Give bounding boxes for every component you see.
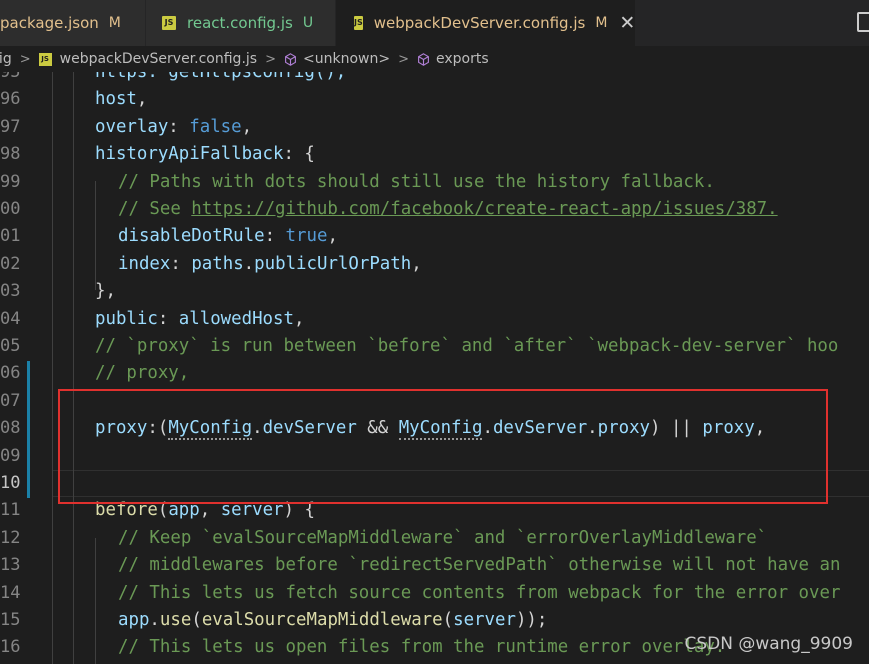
- code-line: https: getHttpsConfig(),: [95, 72, 347, 82]
- js-file-icon: JS: [162, 16, 176, 30]
- line-number: 15: [0, 610, 21, 630]
- run-icon[interactable]: [857, 12, 869, 32]
- code-comment: // proxy,: [95, 363, 190, 384]
- tab-react-config[interactable]: JS react.config.js U: [146, 0, 336, 46]
- code-line: host,: [95, 89, 148, 110]
- watermark: CSDN @wang_9909: [684, 634, 853, 654]
- tab-label: react.config.js: [187, 14, 293, 32]
- breadcrumb-symbol-exports[interactable]: exports: [417, 51, 489, 67]
- code-line: overlay: false,: [95, 116, 253, 137]
- indent-guide: [73, 72, 74, 664]
- code-comment: // Paths with dots should still use the …: [118, 171, 715, 192]
- code-editor[interactable]: 95 96 97 98 99 00 01 02 03 04 05 06 07 0…: [0, 72, 869, 664]
- cube-icon: [285, 52, 296, 66]
- line-number: 98: [0, 144, 21, 165]
- indent-guide: [52, 72, 53, 664]
- indent-guide: [95, 181, 96, 290]
- line-number: 00: [0, 199, 21, 219]
- line-number: 95: [0, 72, 21, 82]
- code-line: public: allowedHost,: [95, 308, 305, 329]
- line-number: 16: [0, 637, 21, 658]
- tab-status-modified: M: [595, 15, 608, 31]
- indent-guide: [95, 538, 96, 664]
- breadcrumb-symbol-label: exports: [435, 51, 489, 67]
- js-file-icon: JS: [38, 52, 52, 66]
- line-number: 13: [0, 555, 21, 576]
- code-comment: // Keep `evalSourceMapMiddleware` and `e…: [118, 527, 768, 548]
- breadcrumb-symbol-label: <unknown>: [302, 51, 391, 67]
- code-line: app.use(evalSourceMapMiddleware(server))…: [118, 610, 548, 630]
- line-number: 06: [0, 363, 21, 384]
- line-number: 97: [0, 116, 21, 137]
- line-number: 12: [0, 527, 21, 548]
- close-icon[interactable]: ✕: [619, 12, 635, 34]
- breadcrumb-separator: >: [265, 51, 276, 67]
- line-number: 02: [0, 253, 21, 274]
- breadcrumb-folder[interactable]: fig: [0, 51, 12, 67]
- code-comment: // This lets us open files from the runt…: [118, 637, 726, 658]
- code-comment: // This lets us fetch source contents fr…: [118, 582, 841, 603]
- code-line: disableDotRule: true,: [118, 226, 338, 247]
- code-comment: // `proxy` is run between `before` and `…: [95, 336, 839, 356]
- breadcrumb-separator: >: [19, 51, 31, 67]
- tab-webpack-dev-server-config[interactable]: JS webpackDevServer.config.js M ✕: [336, 0, 636, 46]
- tab-status-modified: M: [108, 15, 121, 31]
- line-number: 07: [0, 390, 21, 411]
- line-number: 14: [0, 582, 21, 603]
- tab-status-untracked: U: [302, 15, 314, 31]
- tab-label: webpackDevServer.config.js: [373, 14, 586, 32]
- cube-icon: [418, 52, 429, 66]
- breadcrumb-file[interactable]: JS webpackDevServer.config.js: [38, 51, 258, 67]
- line-number: 10: [0, 473, 21, 493]
- code-line: index: paths.publicUrlOrPath,: [118, 253, 422, 274]
- line-number: 11: [0, 500, 21, 521]
- breadcrumb-symbol-unknown[interactable]: <unknown>: [284, 51, 390, 67]
- code-line: },: [95, 281, 116, 302]
- tab-label: package.json: [0, 14, 99, 32]
- code-line: // See https://github.com/facebook/creat…: [118, 199, 778, 219]
- breadcrumb-separator: >: [398, 51, 409, 67]
- js-file-icon: JS: [354, 16, 363, 30]
- line-number: 99: [0, 171, 21, 192]
- line-number: 05: [0, 336, 21, 356]
- breadcrumb: fig > JS webpackDevServer.config.js > <u…: [0, 46, 869, 72]
- line-number: 09: [0, 445, 21, 466]
- annotation-highlight-box: [58, 389, 828, 504]
- line-number: 04: [0, 308, 21, 329]
- code-line: historyApiFallback: {: [95, 144, 315, 165]
- line-number: 96: [0, 89, 21, 110]
- line-number: 08: [0, 418, 21, 439]
- editor-tab-bar: package.json M JS react.config.js U JS w…: [0, 0, 869, 46]
- code-comment: // middlewares before `redirectServedPat…: [118, 555, 841, 576]
- breadcrumb-file-label: webpackDevServer.config.js: [59, 51, 258, 67]
- line-number: 01: [0, 226, 21, 247]
- tab-package-json[interactable]: package.json M: [0, 0, 146, 46]
- line-number: 03: [0, 281, 21, 302]
- code-link[interactable]: https://github.com/facebook/create-react…: [191, 199, 777, 219]
